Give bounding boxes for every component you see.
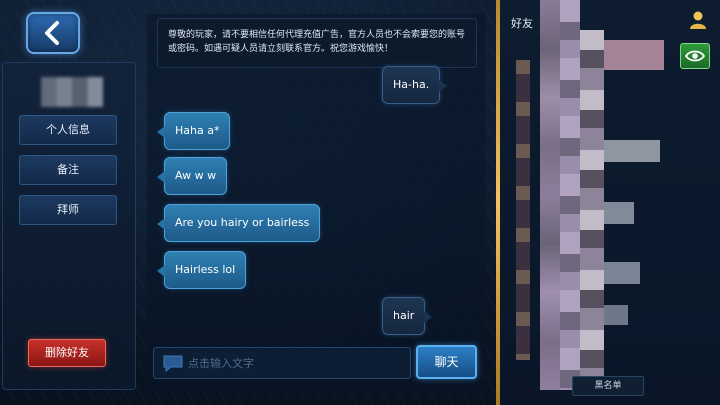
delete-friend-button[interactable]: 删除好友 <box>28 339 106 367</box>
message-bubble-incoming: Are you hairy or bairless <box>156 204 321 242</box>
message-bubble-outgoing: Ha-ha. <box>382 66 448 104</box>
send-button[interactable]: 聊天 <box>416 345 477 379</box>
friend-list-blurred <box>512 0 672 390</box>
eye-icon <box>685 50 705 62</box>
user-icon[interactable] <box>688 10 708 30</box>
remark-button[interactable]: 备注 <box>19 155 117 185</box>
message-bubble-outgoing: hair <box>382 297 433 335</box>
back-button[interactable] <box>26 12 80 54</box>
visibility-toggle-button[interactable] <box>680 43 710 69</box>
message-bubble-incoming: Hairless lol <box>156 251 247 289</box>
message-bubble-incoming: Haha a* <box>156 112 231 150</box>
avatar <box>41 77 103 107</box>
system-notice: 尊敬的玩家，请不要相信任何代理充值广告，官方人员也不会索要您的账号或密码。如遇可… <box>157 18 477 68</box>
profile-button[interactable]: 个人信息 <box>19 115 117 145</box>
message-bubble-incoming: Aw w w <box>156 157 228 195</box>
chat-bubble-icon <box>163 355 183 372</box>
chat-input[interactable] <box>188 348 408 378</box>
friend-info-panel: 个人信息 备注 拜师 删除好友 <box>2 62 136 390</box>
friends-title: 好友 <box>511 17 533 30</box>
mentor-button[interactable]: 拜师 <box>19 195 117 225</box>
blacklist-button[interactable]: 黑名单 <box>572 376 644 396</box>
chevron-left-icon <box>45 21 59 45</box>
chat-input-box <box>153 347 411 379</box>
